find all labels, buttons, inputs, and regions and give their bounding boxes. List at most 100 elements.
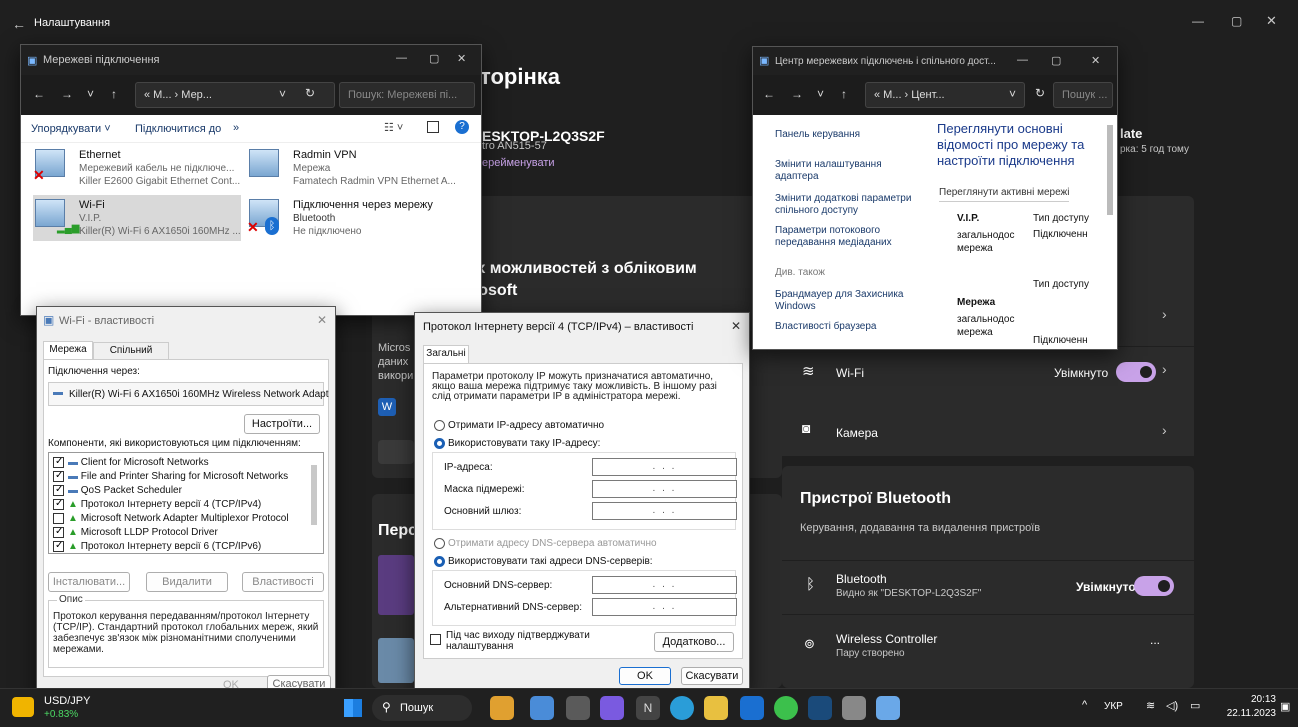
scrollbar[interactable] (1107, 125, 1113, 215)
firewall-link[interactable]: Брандмауер для Захисника Windows (775, 289, 915, 313)
ok-button[interactable]: OK (619, 667, 671, 685)
close-icon[interactable]: ✕ (457, 52, 466, 65)
minimize-icon[interactable]: — (396, 52, 407, 64)
connect-to-button[interactable]: Підключитися до (135, 123, 221, 135)
media-streaming-link[interactable]: Параметри потокового передавання медіада… (775, 225, 915, 249)
more-commands-button[interactable]: » (233, 122, 239, 134)
subnet-mask-field[interactable]: . . . (592, 480, 737, 498)
settings-gear-icon[interactable] (842, 696, 866, 720)
back-arrow-icon[interactable]: ← (12, 16, 26, 32)
forward-arrow-icon[interactable]: → (791, 87, 803, 101)
edge-icon[interactable] (670, 696, 694, 720)
control-panel-link[interactable]: Панель керування (775, 129, 860, 140)
configure-button[interactable]: Настроїти... (244, 414, 320, 434)
tray-chevron-icon[interactable]: ^ (1082, 699, 1087, 711)
list-item[interactable]: ▬ File and Printer Sharing for Microsoft… (53, 469, 303, 484)
clock-time[interactable]: 20:13 (1234, 694, 1276, 705)
steam-icon[interactable] (808, 696, 832, 720)
up-arrow-icon[interactable]: ↑ (841, 87, 847, 101)
list-item[interactable]: ▬ QoS Packet Scheduler (53, 483, 303, 498)
adapter-radmin[interactable]: Radmin VPN Мережа Famatech Radmin VPN Et… (247, 145, 477, 191)
language-indicator[interactable]: УКР (1104, 701, 1123, 712)
list-item[interactable]: ▬ Client for Microsoft Networks (53, 455, 303, 470)
maximize-icon[interactable]: ▢ (1051, 54, 1061, 67)
app-icon[interactable] (530, 696, 554, 720)
back-arrow-icon[interactable]: ← (33, 87, 45, 101)
chevron-right-icon[interactable]: › (1162, 422, 1167, 438)
tab-sharing[interactable]: Спільний доступ (93, 342, 169, 371)
notion-icon[interactable]: N (636, 696, 660, 720)
chevron-down-icon[interactable]: ˅ (279, 87, 286, 101)
dns2-field[interactable]: . . . (592, 598, 737, 616)
gateway-field[interactable]: . . . (592, 502, 737, 520)
properties-button[interactable]: Властивості (242, 572, 324, 592)
wallpaper-thumb[interactable] (378, 555, 414, 615)
adapter-bluetooth[interactable]: ✕ ᛒ Підключення через мережу Bluetooth Н… (247, 195, 477, 241)
organize-button[interactable]: Упорядкувати ˅ (31, 123, 111, 135)
view-options-icon[interactable]: ☷ ˅ (384, 121, 403, 134)
forward-arrow-icon[interactable]: → (61, 87, 73, 101)
minimize-icon[interactable]: — (1017, 54, 1028, 66)
chevron-down-icon[interactable]: ˅ (817, 87, 824, 101)
browser-props-link[interactable]: Властивості браузера (775, 321, 876, 332)
maximize-icon[interactable]: ▢ (1231, 14, 1242, 28)
remove-button[interactable]: Видалити (146, 572, 228, 592)
chevron-right-icon[interactable]: › (1162, 361, 1167, 377)
ticker-name[interactable]: USD/JPY (44, 695, 90, 707)
chrome-icon[interactable] (774, 696, 798, 720)
ms-button[interactable] (378, 440, 414, 464)
ip-address-field[interactable]: . . . (592, 458, 737, 476)
maximize-icon[interactable]: ▢ (429, 52, 439, 65)
tab-general[interactable]: Загальні (423, 345, 469, 363)
manual-dns-radio[interactable]: Використовувати такі адреси DNS-серверів… (434, 556, 653, 567)
list-item[interactable]: ▲ Протокол Інтернету версії 6 (TCP/IPv6) (53, 539, 303, 554)
search-input[interactable]: Пошук ... (1053, 82, 1113, 108)
widget-icon[interactable] (490, 696, 514, 720)
tab-network[interactable]: Мережа (43, 341, 93, 359)
wallpaper-thumb[interactable] (378, 638, 414, 683)
close-icon[interactable]: ✕ (1091, 54, 1100, 67)
back-arrow-icon[interactable]: ← (763, 87, 775, 101)
install-button[interactable]: Інсталювати... (48, 572, 130, 592)
close-icon[interactable]: ✕ (731, 319, 741, 333)
clock-date[interactable]: 22.11.2023 (1224, 708, 1276, 719)
start-icon[interactable] (344, 699, 362, 717)
change-adapter-link[interactable]: Змінити налаштування адаптера (775, 159, 905, 183)
explorer-icon[interactable] (704, 696, 728, 720)
preview-pane-icon[interactable] (427, 121, 439, 133)
network-app-icon[interactable] (876, 696, 900, 720)
battery-icon[interactable]: ▭ (1190, 699, 1200, 712)
change-sharing-link[interactable]: Змінити додаткові параметри спільного до… (775, 193, 915, 217)
adapter-ethernet[interactable]: ✕ Ethernet Мережевий кабель не підключе.… (33, 145, 243, 191)
scrollbar[interactable] (311, 465, 317, 525)
app-icon[interactable] (566, 696, 590, 720)
rename-link[interactable]: ерейменувати (482, 157, 555, 169)
adapter-wifi[interactable]: ▂▄▆ Wi-Fi V.I.P. Killer(R) Wi-Fi 6 AX165… (33, 195, 241, 241)
teams-icon[interactable] (600, 696, 624, 720)
refresh-icon[interactable]: ↻ (1035, 86, 1045, 100)
address-bar[interactable]: « M... › Цент... (865, 82, 1025, 108)
validate-checkbox[interactable]: Під час виходу підтверджувати налаштуван… (430, 630, 596, 652)
advanced-button[interactable]: Додатково... (654, 632, 734, 652)
chevron-down-icon[interactable]: ˅ (1009, 87, 1016, 101)
list-item[interactable]: ▲ Протокол Інтернету версії 4 (TCP/IPv4) (53, 497, 303, 512)
wifi-tray-icon[interactable]: ≋ (1146, 699, 1155, 712)
up-arrow-icon[interactable]: ↑ (111, 87, 117, 101)
volume-icon[interactable]: ◁) (1166, 699, 1178, 712)
close-icon[interactable]: ✕ (1266, 13, 1277, 29)
help-icon[interactable]: ? (455, 120, 469, 134)
list-item[interactable]: ▲ Microsoft Network Adapter Multiplexor … (53, 512, 303, 526)
stock-widget-icon[interactable] (12, 697, 34, 717)
auto-dns-radio[interactable]: Отримати адресу DNS-сервера автоматично (434, 538, 657, 549)
chevron-down-icon[interactable]: ˅ (87, 87, 94, 101)
taskbar-search[interactable]: ⚲ Пошук (372, 695, 472, 721)
list-item[interactable]: ▲ Microsoft LLDP Protocol Driver (53, 525, 303, 540)
close-icon[interactable]: ✕ (317, 313, 327, 327)
notification-icon[interactable]: ▣ (1280, 700, 1290, 713)
refresh-icon[interactable]: ↻ (305, 86, 315, 100)
ctrl-more-button[interactable]: ... (1150, 633, 1160, 647)
manual-ip-radio[interactable]: Використовувати таку IP-адресу: (434, 438, 600, 449)
bt-toggle[interactable] (1134, 576, 1174, 596)
wifi-toggle[interactable] (1116, 362, 1156, 382)
search-input[interactable]: Пошук: Мережеві пі... (339, 82, 475, 108)
